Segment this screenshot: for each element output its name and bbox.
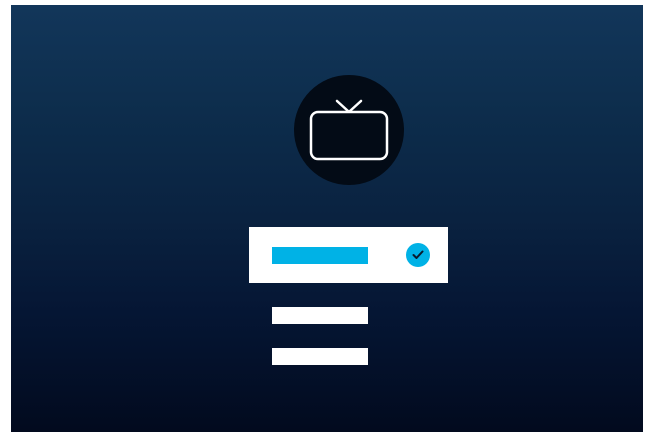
- option-item-selected[interactable]: [249, 227, 448, 283]
- option-label-placeholder: [272, 247, 368, 264]
- settings-screen: [11, 5, 643, 432]
- option-list: [11, 5, 643, 432]
- option-item[interactable]: [272, 348, 368, 365]
- option-item[interactable]: [272, 307, 368, 324]
- check-icon: [406, 243, 430, 267]
